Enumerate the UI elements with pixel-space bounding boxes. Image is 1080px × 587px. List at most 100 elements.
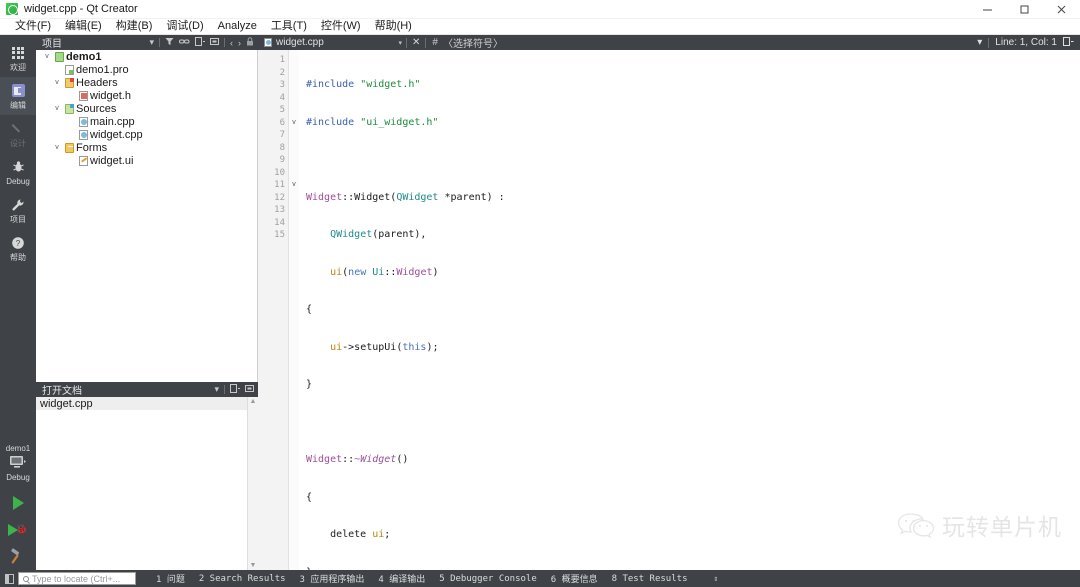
mode-welcome-label: 欢迎 xyxy=(10,62,26,72)
filter-icon[interactable] xyxy=(165,37,174,48)
token: :: xyxy=(342,454,355,465)
menu-tools[interactable]: 工具(T) xyxy=(264,19,314,34)
link-icon[interactable] xyxy=(179,37,190,48)
tree-item-label: demo1.pro xyxy=(76,63,129,76)
chevron-down-icon[interactable]: ▾ xyxy=(977,37,982,48)
close-icon[interactable] xyxy=(210,37,219,48)
locator-input[interactable]: Type to locate (Ctrl+... xyxy=(18,572,136,585)
pane-test-results[interactable]: 8 Test Results xyxy=(612,574,688,584)
editor-file-selector[interactable]: widget.cpp ▾ xyxy=(258,37,406,48)
fold-marker-line6[interactable]: v xyxy=(289,117,299,130)
symbol-selector[interactable]: # 〈选择符号〉 xyxy=(426,35,503,50)
menu-help[interactable]: 帮助(H) xyxy=(368,19,419,34)
pane-debugger-console[interactable]: 5 Debugger Console xyxy=(439,574,537,584)
back-icon[interactable]: ‹ xyxy=(230,38,233,48)
pane-resize-handle[interactable]: ⇕ xyxy=(713,574,718,583)
mode-welcome[interactable]: 欢迎 xyxy=(0,39,36,77)
minimize-button[interactable] xyxy=(969,0,1006,19)
open-documents-scrollbar[interactable]: ▲ ▼ xyxy=(247,397,258,570)
menu-build[interactable]: 构建(B) xyxy=(109,19,160,34)
tree-item-headers[interactable]: v Headers xyxy=(36,76,257,89)
chevron-down-icon[interactable]: ▾ xyxy=(214,384,219,395)
tree-item-main-cpp[interactable]: main.cpp xyxy=(36,115,257,128)
token: QWidget xyxy=(396,191,439,203)
menu-debug[interactable]: 调试(D) xyxy=(159,19,210,34)
chevron-down-icon[interactable]: ▾ xyxy=(149,37,154,48)
menu-edit[interactable]: 编辑(E) xyxy=(58,19,109,34)
chevron-down-icon[interactable]: v xyxy=(52,105,62,112)
lock-icon[interactable] xyxy=(246,37,254,48)
line-number-gutter: 1 2 3 4 5 6 7 8 9 10 11 12 13 14 15 xyxy=(258,50,289,570)
mode-debug[interactable]: Debug xyxy=(0,153,36,191)
forward-icon[interactable]: › xyxy=(238,38,241,48)
token: new xyxy=(348,266,367,278)
tree-item-widget-h[interactable]: widget.h xyxy=(36,89,257,102)
list-item[interactable]: widget.cpp xyxy=(36,397,247,410)
tree-item-demo1-pro[interactable]: demo1.pro xyxy=(36,63,257,76)
token: Widget xyxy=(396,266,433,278)
project-tree[interactable]: v demo1 demo1.pro v Headers widget.h v S… xyxy=(36,50,258,382)
window-controls xyxy=(969,0,1080,19)
menu-analyze[interactable]: Analyze xyxy=(211,19,264,34)
tree-item-label: widget.cpp xyxy=(90,128,143,141)
code-content[interactable]: #include "widget.h" #include "ui_widget.… xyxy=(299,50,1080,570)
mode-edit[interactable]: 编辑 xyxy=(0,77,36,115)
sources-folder-icon xyxy=(62,103,76,114)
symbol-placeholder: 〈选择符号〉 xyxy=(442,39,503,50)
mode-help[interactable]: ? 帮助 xyxy=(0,229,36,267)
cpp-file-icon xyxy=(76,116,90,127)
pane-general-messages[interactable]: 6 概要信息 xyxy=(551,572,598,585)
sidebar-toggle-icon[interactable] xyxy=(0,570,18,587)
menu-file[interactable]: 文件(F) xyxy=(8,19,58,34)
kit-selector[interactable]: demo1 Debug xyxy=(0,444,36,489)
fold-marker-column[interactable]: v v xyxy=(289,50,299,570)
tree-item-widget-ui[interactable]: widget.ui xyxy=(36,154,257,167)
status-bar: Type to locate (Ctrl+... 1 问题 2 Search R… xyxy=(0,570,1080,587)
scroll-down-arrow[interactable]: ▼ xyxy=(250,561,257,570)
pane-search-results[interactable]: 2 Search Results xyxy=(199,574,286,584)
scroll-up-arrow[interactable]: ▲ xyxy=(250,397,257,406)
token: ; xyxy=(384,529,391,540)
chevron-down-icon[interactable]: ▾ xyxy=(398,39,406,47)
divider xyxy=(159,38,160,47)
edit-icon xyxy=(11,83,25,99)
tree-item-sources[interactable]: v Sources xyxy=(36,102,257,115)
menu-window[interactable]: 控件(W) xyxy=(314,19,368,34)
build-button[interactable] xyxy=(0,543,36,570)
tree-item-demo1[interactable]: v demo1 xyxy=(36,50,257,63)
open-documents-header: 打开文档 ▾ xyxy=(36,382,258,397)
maximize-button[interactable] xyxy=(1006,0,1043,19)
chevron-down-icon[interactable]: v xyxy=(52,79,62,86)
mode-design: 设计 xyxy=(0,115,36,153)
run-button[interactable] xyxy=(0,489,36,516)
split-editor-icon[interactable] xyxy=(1063,36,1074,49)
output-pane-buttons: 1 问题 2 Search Results 3 应用程序输出 4 编译输出 5 … xyxy=(156,572,718,586)
open-documents-list[interactable]: widget.cpp ▲ ▼ xyxy=(36,397,258,570)
chevron-down-icon[interactable]: v xyxy=(42,53,52,60)
mode-projects[interactable]: 项目 xyxy=(0,191,36,229)
question-icon: ? xyxy=(11,235,25,251)
expand-all-icon[interactable] xyxy=(195,37,205,48)
pro-file-icon xyxy=(62,64,76,75)
debug-button[interactable]: 🐞 xyxy=(0,516,36,543)
code-line: #include "ui_widget.h" xyxy=(306,117,1080,130)
chevron-down-icon[interactable]: v xyxy=(52,144,62,151)
pane-application-output[interactable]: 3 应用程序输出 xyxy=(300,572,365,585)
code-editor[interactable]: 1 2 3 4 5 6 7 8 9 10 11 12 13 14 15 v v … xyxy=(258,50,1080,570)
qt-creator-window: widget.cpp - Qt Creator 文件(F) 编辑(E) 构建(B… xyxy=(0,0,1080,587)
expand-icon[interactable] xyxy=(230,384,240,395)
tree-item-widget-cpp[interactable]: widget.cpp xyxy=(36,128,257,141)
close-document-button[interactable]: ✕ xyxy=(407,37,425,48)
close-icon[interactable] xyxy=(245,384,254,395)
pane-compile-output[interactable]: 4 编译输出 xyxy=(378,572,425,585)
fold-marker-line11[interactable]: v xyxy=(289,179,299,192)
close-button[interactable] xyxy=(1043,0,1080,19)
project-folder-icon xyxy=(52,51,66,62)
kit-project-name: demo1 xyxy=(5,444,31,453)
tree-item-forms[interactable]: v Forms xyxy=(36,141,257,154)
pane-issues[interactable]: 1 问题 xyxy=(156,572,185,585)
